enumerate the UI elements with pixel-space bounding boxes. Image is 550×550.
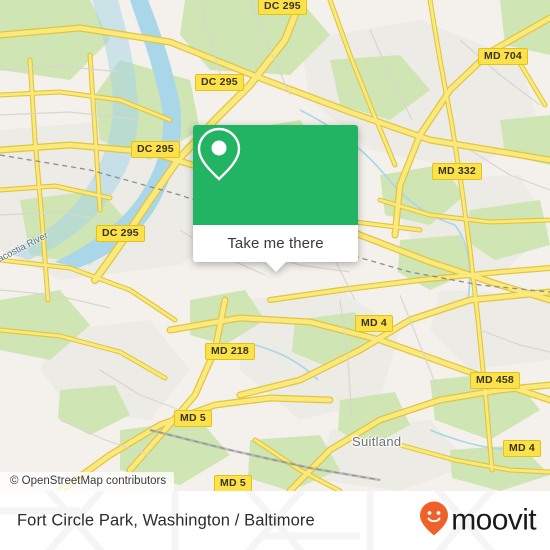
moovit-wordmark: moovit [451,503,536,537]
highway-shield[interactable]: DC 295 [96,225,145,242]
place-label-suitland: Suitland [352,434,402,449]
popup-pin-area [193,125,358,225]
highway-shield[interactable]: MD 332 [432,163,482,180]
take-me-there-popup[interactable]: Take me there [193,125,358,272]
map-attribution[interactable]: © OpenStreetMap contributors [0,472,175,491]
moovit-map-screenshot: DC 295 DC 295 DC 295 DC 295 MD 704 MD 33… [0,0,550,550]
highway-shield[interactable]: MD 218 [205,343,255,360]
footer-bar: Fort Circle Park, Washington / Baltimore… [0,491,550,550]
moovit-smiley-pin-icon [419,500,449,541]
highway-shield[interactable]: DC 295 [258,0,307,15]
highway-shield[interactable]: DC 295 [131,141,180,158]
highway-shield[interactable]: MD 5 [174,410,212,427]
popup-action-bar[interactable]: Take me there [193,225,358,272]
highway-shield[interactable]: MD 704 [478,48,528,65]
popup-pointer-tip [264,261,287,272]
highway-shield[interactable]: MD 4 [503,440,541,457]
map-canvas[interactable]: DC 295 DC 295 DC 295 DC 295 MD 704 MD 33… [0,0,550,491]
highway-shield[interactable]: DC 295 [195,74,244,91]
highway-shield[interactable]: MD 458 [470,372,520,389]
highway-shield[interactable]: MD 5 [214,475,252,491]
highway-shield[interactable]: MD 4 [355,315,393,332]
location-title: Fort Circle Park, Washington / Baltimore [17,511,315,529]
moovit-logo[interactable]: moovit [419,500,537,541]
take-me-there-label: Take me there [227,235,324,252]
